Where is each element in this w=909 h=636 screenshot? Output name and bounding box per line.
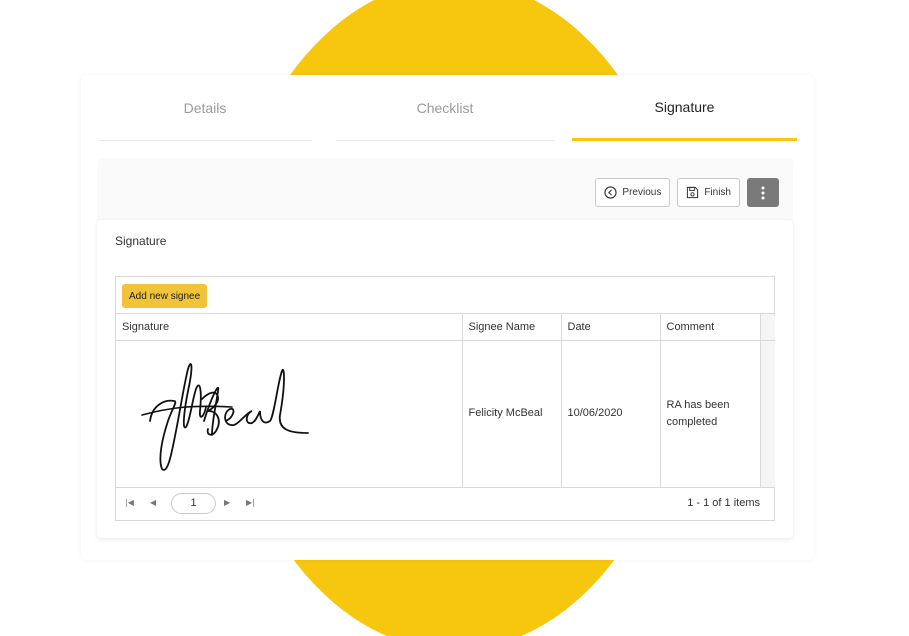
scrollbar-header: [760, 314, 775, 341]
first-page-icon[interactable]: |◀: [125, 498, 134, 507]
previous-button[interactable]: Previous: [595, 178, 671, 207]
table-header-row: Signature Signee Name Date Comment: [116, 314, 775, 341]
tab-checklist[interactable]: Checklist: [336, 75, 554, 141]
signature-panel: Previous Finish Signature Add new signee…: [97, 158, 793, 538]
tab-details-label: Details: [183, 99, 227, 116]
signees-grid: Add new signee Signature Signee Name Dat…: [115, 276, 775, 521]
tab-details[interactable]: Details: [98, 75, 312, 141]
column-header-signature[interactable]: Signature: [116, 314, 463, 341]
vertical-scrollbar[interactable]: [760, 340, 775, 488]
stage: Details Checklist Signature Previous Fin…: [0, 0, 909, 636]
last-page-icon[interactable]: ▶|: [246, 498, 255, 507]
page-number-input[interactable]: [171, 492, 216, 514]
save-icon: [687, 186, 699, 199]
finish-label: Finish: [704, 187, 731, 198]
signee-name-cell: Felicity McBeal: [462, 340, 562, 488]
tab-signature-label: Signature: [654, 98, 715, 115]
comment-cell: RA has been completed: [660, 340, 761, 488]
prev-page-icon[interactable]: ◀: [150, 498, 156, 507]
more-vertical-icon: [761, 186, 765, 199]
previous-label: Previous: [622, 187, 662, 198]
column-header-comment[interactable]: Comment: [660, 314, 761, 341]
table-row[interactable]: Felicity McBeal 10/06/2020 RA has been c…: [116, 340, 775, 488]
section-title: Signature: [115, 234, 167, 248]
app-card: Details Checklist Signature Previous Fin…: [81, 75, 814, 560]
pager-info: 1 - 1 of 1 items: [687, 496, 760, 509]
signees-table: Signature Signee Name Date Comment Felic…: [116, 314, 775, 488]
tab-bar: Details Checklist Signature: [81, 75, 814, 141]
pager: |◀ ◀ ▶ ▶| 1 - 1 of 1 items: [116, 488, 774, 520]
add-signee-button[interactable]: Add new signee: [122, 284, 208, 308]
signature-card: Signature Add new signee Signature Signe…: [97, 220, 793, 538]
next-page-icon[interactable]: ▶: [224, 498, 230, 507]
tab-checklist-label: Checklist: [416, 99, 474, 116]
column-header-signee-name[interactable]: Signee Name: [462, 314, 562, 341]
more-options-button[interactable]: [747, 178, 779, 207]
column-header-date[interactable]: Date: [561, 314, 661, 341]
signature-image: [141, 362, 309, 471]
grid-toolbar: Add new signee: [116, 277, 774, 314]
finish-button[interactable]: Finish: [677, 178, 740, 207]
signature-cell: [116, 340, 463, 488]
previous-icon: [604, 186, 618, 199]
date-cell: 10/06/2020: [561, 340, 661, 488]
tab-signature[interactable]: Signature: [572, 75, 797, 141]
action-toolbar: Previous Finish: [595, 178, 779, 208]
